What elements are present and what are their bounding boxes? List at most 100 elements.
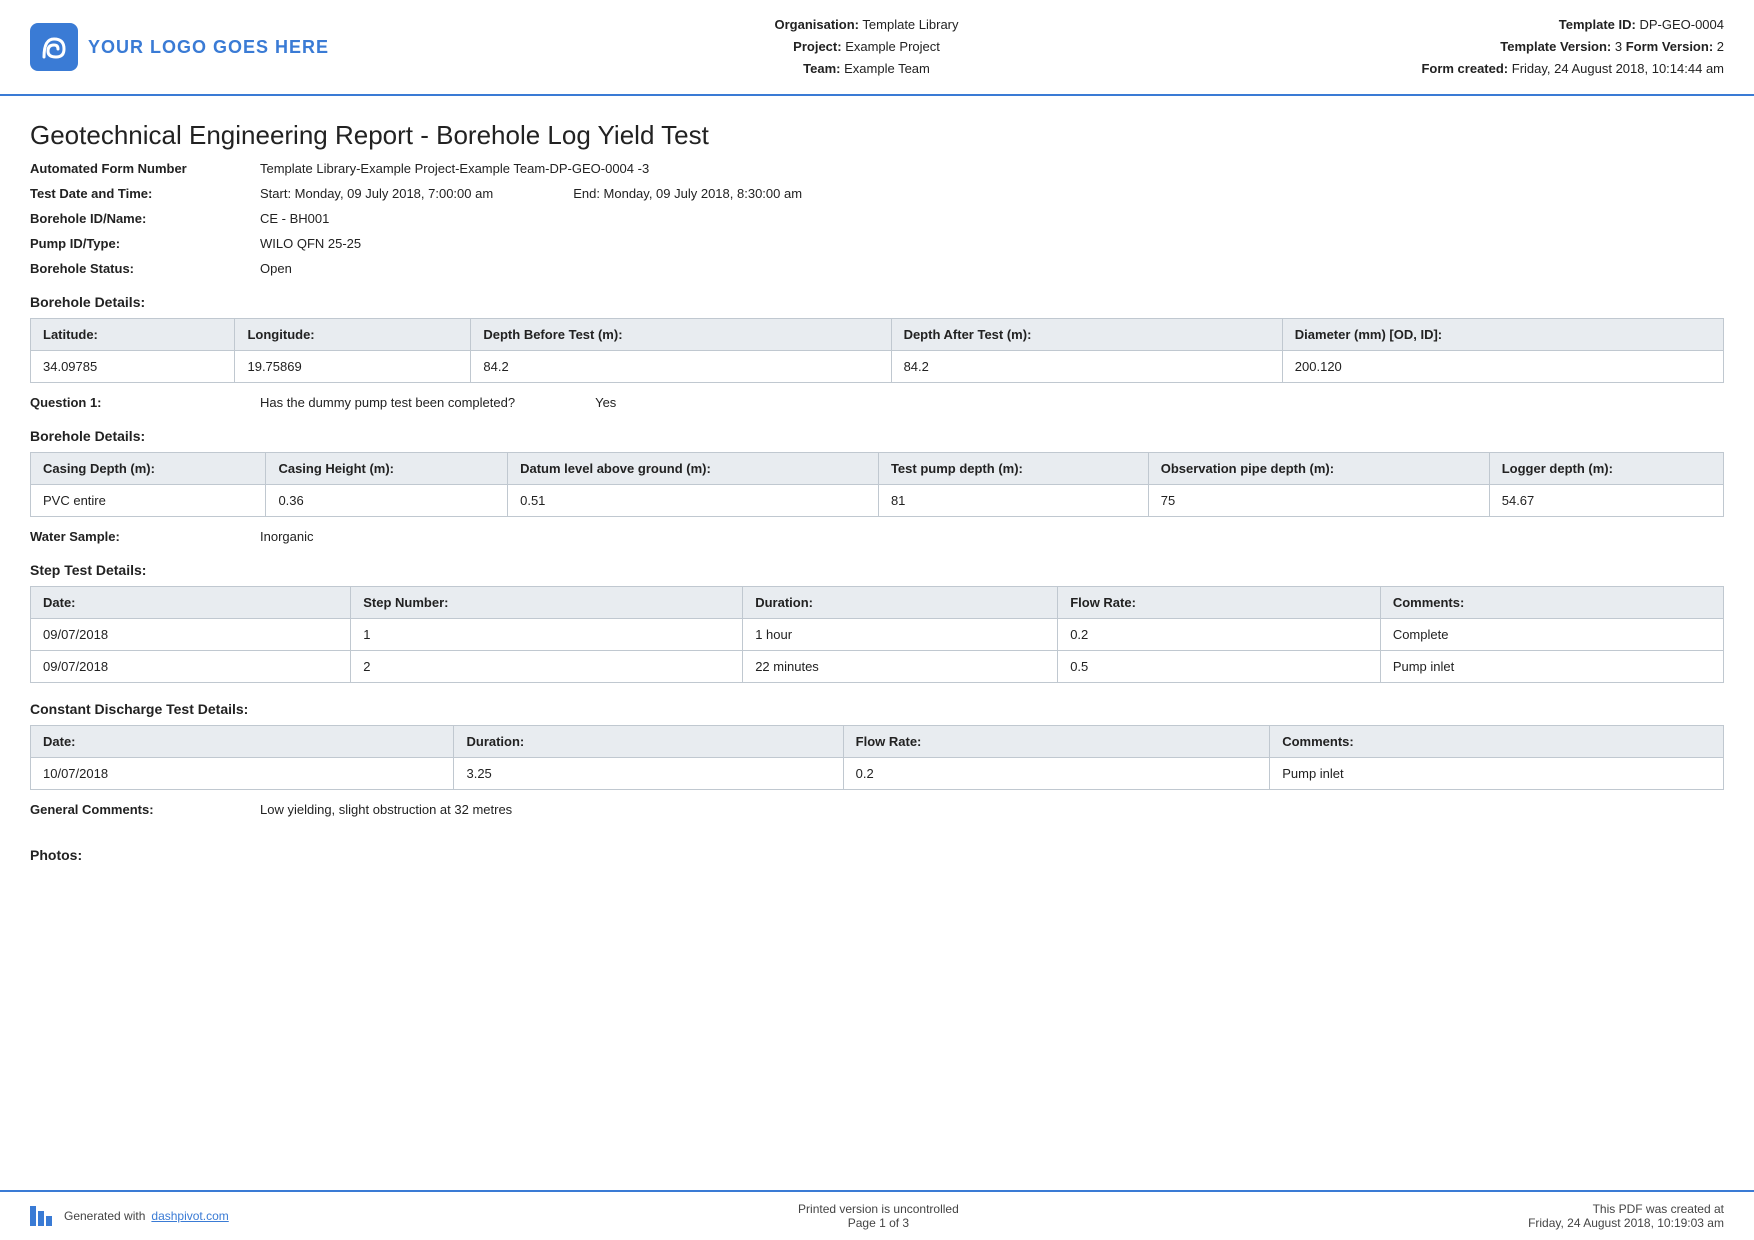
td-datum: 0.51 xyxy=(508,485,879,517)
td-longitude: 19.75869 xyxy=(235,351,471,383)
th-longitude: Longitude: xyxy=(235,319,471,351)
table-row: 09/07/2018 2 22 minutes 0.5 Pump inlet xyxy=(31,651,1724,683)
th-cd-flow: Flow Rate: xyxy=(843,726,1270,758)
logo-icon xyxy=(30,23,78,71)
td-step-2: 2 xyxy=(351,651,743,683)
borehole-status-label: Borehole Status: xyxy=(30,261,260,276)
th-flow-rate: Flow Rate: xyxy=(1058,587,1381,619)
report-title: Geotechnical Engineering Report - Boreho… xyxy=(30,120,1724,151)
question1-answer: Yes xyxy=(595,395,616,410)
footer-left: Generated with dashpivot.com xyxy=(30,1206,229,1226)
header: YOUR LOGO GOES HERE Organisation: Templa… xyxy=(0,0,1754,96)
test-date-label: Test Date and Time: xyxy=(30,186,260,201)
th-depth-before: Depth Before Test (m): xyxy=(471,319,891,351)
th-cd-duration: Duration: xyxy=(454,726,843,758)
th-latitude: Latitude: xyxy=(31,319,235,351)
borehole-status-value: Open xyxy=(260,261,292,276)
table-header-row: Latitude: Longitude: Depth Before Test (… xyxy=(31,319,1724,351)
pump-id-value: WILO QFN 25-25 xyxy=(260,236,361,251)
td-pump-depth: 81 xyxy=(878,485,1148,517)
borehole-id-label: Borehole ID/Name: xyxy=(30,211,260,226)
borehole-details-1-title: Borehole Details: xyxy=(30,294,1724,310)
td-obs-pipe: 75 xyxy=(1148,485,1489,517)
td-depth-before: 84.2 xyxy=(471,351,891,383)
td-logger-depth: 54.67 xyxy=(1489,485,1723,517)
step-test-title: Step Test Details: xyxy=(30,562,1724,578)
general-comments-row: General Comments: Low yielding, slight o… xyxy=(30,802,1724,817)
pump-id-label: Pump ID/Type: xyxy=(30,236,260,251)
td-flow-2: 0.5 xyxy=(1058,651,1381,683)
table-row: 34.09785 19.75869 84.2 84.2 200.120 xyxy=(31,351,1724,383)
main-content: Geotechnical Engineering Report - Boreho… xyxy=(0,96,1754,891)
td-depth-after: 84.2 xyxy=(891,351,1282,383)
form-version-value: 2 xyxy=(1717,39,1724,54)
td-diameter: 200.120 xyxy=(1282,351,1723,383)
table-row: PVC entire 0.36 0.51 81 75 54.67 xyxy=(31,485,1724,517)
header-right: Template ID: DP-GEO-0004 Template Versio… xyxy=(1404,14,1724,80)
footer-center: Printed version is uncontrolled Page 1 o… xyxy=(798,1202,959,1230)
th-date: Date: xyxy=(31,587,351,619)
table-header-row: Casing Depth (m): Casing Height (m): Dat… xyxy=(31,453,1724,485)
borehole-id-value: CE - BH001 xyxy=(260,211,329,226)
th-diameter: Diameter (mm) [OD, ID]: xyxy=(1282,319,1723,351)
borehole-details-2-title: Borehole Details: xyxy=(30,428,1724,444)
th-casing-height: Casing Height (m): xyxy=(266,453,508,485)
table-header-row: Date: Step Number: Duration: Flow Rate: … xyxy=(31,587,1724,619)
team-label: Team: xyxy=(803,61,840,76)
question1-text: Has the dummy pump test been completed? xyxy=(260,395,515,410)
project-label: Project: xyxy=(793,39,841,54)
org-value: Template Library xyxy=(862,17,958,32)
water-sample-value: Inorganic xyxy=(260,529,313,544)
th-obs-pipe: Observation pipe depth (m): xyxy=(1148,453,1489,485)
th-logger-depth: Logger depth (m): xyxy=(1489,453,1723,485)
template-version-value: 3 xyxy=(1615,39,1626,54)
td-duration-1: 1 hour xyxy=(743,619,1058,651)
header-logo: YOUR LOGO GOES HERE xyxy=(30,23,329,71)
question1-label: Question 1: xyxy=(30,395,260,410)
automated-form-label: Automated Form Number xyxy=(30,161,260,176)
photos-title: Photos: xyxy=(30,847,1724,863)
template-version-label: Template Version: xyxy=(1500,39,1611,54)
dashpivot-logo-icon xyxy=(30,1206,58,1226)
form-version-label: Form Version: xyxy=(1626,39,1717,54)
th-step-number: Step Number: xyxy=(351,587,743,619)
th-cd-comments: Comments: xyxy=(1270,726,1724,758)
template-id-label: Template ID: xyxy=(1559,17,1636,32)
th-pump-depth: Test pump depth (m): xyxy=(878,453,1148,485)
table-header-row: Date: Duration: Flow Rate: Comments: xyxy=(31,726,1724,758)
footer-page: Page 1 of 3 xyxy=(798,1216,959,1230)
td-casing-height: 0.36 xyxy=(266,485,508,517)
test-date-end: End: Monday, 09 July 2018, 8:30:00 am xyxy=(573,186,802,201)
team-value: Example Team xyxy=(844,61,930,76)
th-depth-after: Depth After Test (m): xyxy=(891,319,1282,351)
td-duration-2: 22 minutes xyxy=(743,651,1058,683)
td-casing-depth: PVC entire xyxy=(31,485,266,517)
borehole-details-2-table: Casing Depth (m): Casing Height (m): Dat… xyxy=(30,452,1724,517)
borehole-details-1-table: Latitude: Longitude: Depth Before Test (… xyxy=(30,318,1724,383)
general-comments-label: General Comments: xyxy=(30,802,260,817)
footer-generated-text: Generated with xyxy=(64,1209,145,1223)
td-comments-1: Complete xyxy=(1380,619,1723,651)
td-flow-1: 0.2 xyxy=(1058,619,1381,651)
footer-pdf-created: This PDF was created at xyxy=(1528,1202,1724,1216)
table-row: 10/07/2018 3.25 0.2 Pump inlet xyxy=(31,758,1724,790)
general-comments-value: Low yielding, slight obstruction at 32 m… xyxy=(260,802,512,817)
automated-form-row: Automated Form Number Template Library-E… xyxy=(30,161,1724,176)
question1-row: Question 1: Has the dummy pump test been… xyxy=(30,395,1724,410)
constant-discharge-title: Constant Discharge Test Details: xyxy=(30,701,1724,717)
td-cd-date: 10/07/2018 xyxy=(31,758,454,790)
form-created-label: Form created: xyxy=(1421,61,1508,76)
logo-text: YOUR LOGO GOES HERE xyxy=(88,37,329,58)
footer-right: This PDF was created at Friday, 24 Augus… xyxy=(1528,1202,1724,1230)
footer-dashpivot-link[interactable]: dashpivot.com xyxy=(151,1209,228,1223)
template-id-value: DP-GEO-0004 xyxy=(1639,17,1724,32)
water-sample-row: Water Sample: Inorganic xyxy=(30,529,1724,544)
water-sample-label: Water Sample: xyxy=(30,529,260,544)
borehole-status-row: Borehole Status: Open xyxy=(30,261,1724,276)
footer-uncontrolled: Printed version is uncontrolled xyxy=(798,1202,959,1216)
th-datum: Datum level above ground (m): xyxy=(508,453,879,485)
constant-discharge-table: Date: Duration: Flow Rate: Comments: 10/… xyxy=(30,725,1724,790)
footer-pdf-date: Friday, 24 August 2018, 10:19:03 am xyxy=(1528,1216,1724,1230)
project-value: Example Project xyxy=(845,39,940,54)
td-date-1: 09/07/2018 xyxy=(31,619,351,651)
